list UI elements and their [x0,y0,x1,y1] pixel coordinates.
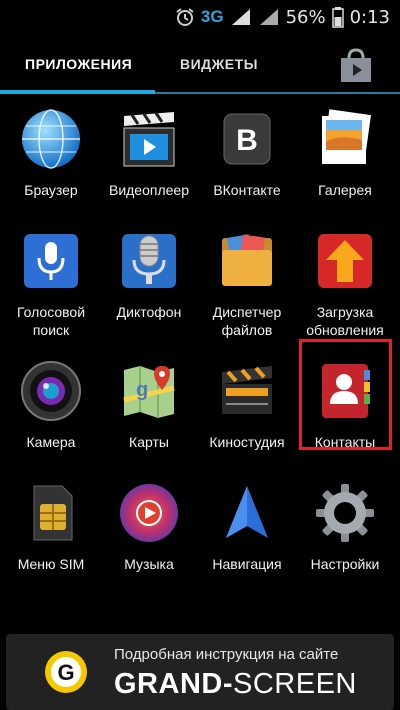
app-gallery[interactable]: Галерея [296,108,394,199]
camera-lens-icon [21,361,81,421]
navigation-arrow-icon [226,486,268,538]
logo-letter: G [57,660,74,685]
settings-gear-icon [316,484,374,542]
folder-icon [222,234,272,286]
shopping-bag-icon [341,48,371,82]
app-browser[interactable]: Браузер [2,108,100,199]
tab-widgets[interactable]: ВИДЖЕТЫ [180,56,258,72]
app-label: Загрузка обновления [306,304,384,338]
svg-text:g: g [136,379,148,401]
watermark-banner: G Подробная инструкция на сайте GRAND-SC… [6,634,394,710]
app-label: Диктофон [116,304,182,320]
app-sim-menu[interactable]: Меню SIM [2,482,100,573]
app-label: Навигация [212,556,282,572]
app-maps[interactable]: g Карты [100,360,198,451]
signal-icon [231,9,250,25]
music-icon [120,484,178,542]
tab-apps[interactable]: ПРИЛОЖЕНИЯ [25,56,132,72]
app-label: Музыка [124,556,174,572]
tab-active-indicator [0,90,155,94]
app-label: Видеоплеер [108,182,189,198]
app-settings[interactable]: Настройки [296,482,394,573]
microphone-icon [24,234,78,288]
banner-title-rest: SCREEN [233,668,357,700]
dictaphone-microphone-icon [122,234,176,288]
maps-icon: g [123,366,175,418]
vk-icon: B [223,113,271,165]
app-navigation[interactable]: Навигация [198,482,296,573]
app-video-player[interactable]: Видеоплеер [100,108,198,199]
tab-bar: ПРИЛОЖЕНИЯ ВИДЖЕТЫ [0,34,400,94]
network-type: 3G [200,7,224,26]
svg-text:B: B [236,124,258,157]
gallery-icon [322,109,371,164]
app-file-manager[interactable]: Диспетчер файлов [198,230,296,339]
app-camera[interactable]: Камера [2,360,100,451]
banner-title: GRAND-SCREEN [114,668,357,701]
app-label: Киностудия [209,434,285,450]
alarm-icon [176,8,194,26]
app-label: Карты [129,434,169,450]
banner-title-bold: GRAND- [114,668,233,700]
battery-percent: 56% [285,6,326,28]
app-label: ВКонтакте [213,182,281,198]
contacts-highlight-box [299,339,392,450]
app-label: Меню SIM [17,556,85,572]
app-label: Камера [26,434,76,450]
app-voice-search[interactable]: Голосовой поиск [2,230,100,339]
app-label: Браузер [24,182,78,198]
clock: 0:13 [349,6,390,28]
app-label: Галерея [318,182,372,198]
status-bar: 3G 56% 0:13 [0,0,400,34]
signal-icon [259,9,278,25]
app-label: Диспетчер файлов [212,304,282,338]
browser-globe-icon [22,109,80,169]
app-movie-studio[interactable]: Киностудия [198,360,296,451]
video-player-icon [123,112,175,167]
grand-screen-logo-icon: G [45,651,87,693]
sim-card-icon [33,485,73,541]
update-arrow-icon [318,234,372,288]
app-dictaphone[interactable]: Диктофон [100,230,198,321]
app-update[interactable]: Загрузка обновления [296,230,394,339]
clapperboard-icon [222,366,272,414]
app-vkontakte[interactable]: B ВКонтакте [198,108,296,199]
app-label: Голосовой поиск [16,304,86,338]
app-music[interactable]: Музыка [100,482,198,573]
play-store-button[interactable] [336,46,376,86]
app-label: Настройки [310,556,380,572]
battery-icon [331,7,344,28]
banner-subtitle: Подробная инструкция на сайте [114,646,339,663]
